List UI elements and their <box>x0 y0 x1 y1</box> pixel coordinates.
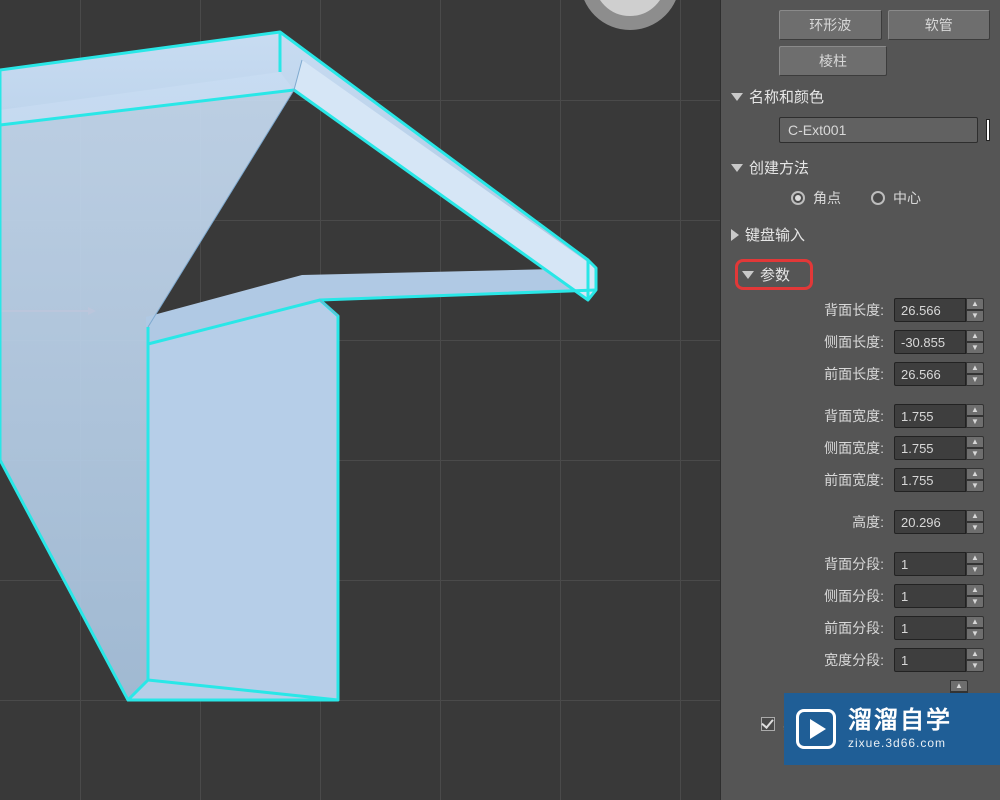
spinner-down-icon[interactable]: ▼ <box>966 564 984 576</box>
command-panel: 环形波 软管 棱柱 名称和颜色 创建方法 角点 中心 <box>720 0 1000 800</box>
spinner-down-icon[interactable]: ▼ <box>966 660 984 672</box>
param-row-front-length: 前面长度: ▲▼ <box>721 358 1000 390</box>
param-label: 侧面长度: <box>731 332 888 352</box>
primitive-hose-button[interactable]: 软管 <box>888 10 991 40</box>
primitive-ringwave-button[interactable]: 环形波 <box>779 10 882 40</box>
param-row-back-width: 背面宽度: ▲▼ <box>721 400 1000 432</box>
param-back-width-input[interactable] <box>894 404 966 428</box>
param-height-input[interactable] <box>894 510 966 534</box>
watermark-badge: 溜溜自学 zixue.3d66.com <box>784 693 1000 765</box>
spinner-down-icon[interactable]: ▼ <box>966 480 984 492</box>
watermark-title: 溜溜自学 <box>848 707 952 736</box>
spinner-up-icon[interactable]: ▲ <box>966 330 984 342</box>
spinner-up-icon[interactable]: ▲ <box>966 510 984 522</box>
param-row-height: 高度: ▲▼ <box>721 506 1000 538</box>
creation-corner-radio[interactable]: 角点 <box>791 188 841 208</box>
param-row-back-segs: 背面分段: ▲▼ <box>721 548 1000 580</box>
radio-label: 角点 <box>813 188 841 208</box>
spinner-down-icon[interactable]: ▼ <box>966 416 984 428</box>
spinner-up-icon[interactable]: ▲ <box>966 552 984 564</box>
play-icon <box>796 709 836 749</box>
chevron-down-icon <box>742 271 754 279</box>
primitive-prism-button[interactable]: 棱柱 <box>779 46 887 76</box>
spinner-up-icon[interactable]: ▲ <box>966 616 984 628</box>
param-width-segs-input[interactable] <box>894 648 966 672</box>
spinner-up-icon[interactable]: ▲ <box>966 584 984 596</box>
param-row-side-segs: 侧面分段: ▲▼ <box>721 580 1000 612</box>
param-side-length-input[interactable] <box>894 330 966 354</box>
rollout-keyboard-entry[interactable]: 键盘输入 <box>721 214 1000 249</box>
param-label: 前面长度: <box>731 364 888 384</box>
viewport[interactable] <box>0 0 720 800</box>
rollout-title: 参数 <box>760 264 790 285</box>
param-label: 背面长度: <box>731 300 888 320</box>
param-label: 侧面宽度: <box>731 438 888 458</box>
param-row-width-segs: 宽度分段: ▲▼ <box>721 644 1000 676</box>
param-row-front-width: 前面宽度: ▲▼ <box>721 464 1000 496</box>
spinner-up-icon[interactable]: ▲ <box>966 468 984 480</box>
param-back-segs-input[interactable] <box>894 552 966 576</box>
spinner-up-icon[interactable]: ▲ <box>966 298 984 310</box>
param-label: 背面分段: <box>731 554 888 574</box>
radio-dot-icon <box>871 191 885 205</box>
chevron-down-icon <box>731 164 743 172</box>
param-side-segs-input[interactable] <box>894 584 966 608</box>
param-side-width-input[interactable] <box>894 436 966 460</box>
spinner-down-icon[interactable]: ▼ <box>966 342 984 354</box>
object-color-swatch[interactable] <box>986 119 990 141</box>
spinner-up-icon[interactable]: ▲ <box>966 436 984 448</box>
rollout-title: 键盘输入 <box>745 224 805 245</box>
param-label: 背面宽度: <box>731 406 888 426</box>
param-row-side-width: 侧面宽度: ▲▼ <box>721 432 1000 464</box>
spinner-down-icon[interactable]: ▼ <box>966 448 984 460</box>
param-label: 宽度分段: <box>731 650 888 670</box>
chevron-down-icon <box>731 93 743 101</box>
radio-label: 中心 <box>893 188 921 208</box>
param-label: 高度: <box>731 512 888 532</box>
spinner-up-icon[interactable]: ▲ <box>966 362 984 374</box>
rollout-creation-method[interactable]: 创建方法 <box>721 147 1000 182</box>
selected-object-mesh[interactable] <box>0 0 720 800</box>
chevron-right-icon <box>731 229 739 241</box>
param-row-front-segs: 前面分段: ▲▼ <box>721 612 1000 644</box>
spinner-up-icon[interactable]: ▲ <box>966 404 984 416</box>
radio-dot-icon <box>791 191 805 205</box>
spinner-down-icon[interactable]: ▼ <box>966 628 984 640</box>
spinner-down-icon[interactable]: ▼ <box>966 374 984 386</box>
rollout-parameters[interactable]: 参数 <box>721 249 1000 294</box>
param-row-side-length: 侧面长度: ▲▼ <box>721 326 1000 358</box>
param-front-segs-input[interactable] <box>894 616 966 640</box>
spinner-up-icon[interactable]: ▲ <box>966 648 984 660</box>
param-back-length-input[interactable] <box>894 298 966 322</box>
watermark-url: zixue.3d66.com <box>848 736 952 750</box>
param-label: 前面分段: <box>731 618 888 638</box>
spinner-down-icon[interactable]: ▼ <box>966 596 984 608</box>
creation-center-radio[interactable]: 中心 <box>871 188 921 208</box>
param-front-length-input[interactable] <box>894 362 966 386</box>
spinner-up-icon[interactable]: ▲ <box>950 680 968 692</box>
param-row-back-length: 背面长度: ▲▼ <box>721 294 1000 326</box>
object-name-input[interactable] <box>779 117 978 143</box>
spinner-down-icon[interactable]: ▼ <box>966 522 984 534</box>
spinner-down-icon[interactable]: ▼ <box>966 310 984 322</box>
rollout-title: 名称和颜色 <box>749 86 824 107</box>
param-label: 侧面分段: <box>731 586 888 606</box>
checkbox-icon <box>761 717 775 731</box>
rollout-title: 创建方法 <box>749 157 809 178</box>
rollout-name-and-color[interactable]: 名称和颜色 <box>721 76 1000 111</box>
param-front-width-input[interactable] <box>894 468 966 492</box>
param-label: 前面宽度: <box>731 470 888 490</box>
